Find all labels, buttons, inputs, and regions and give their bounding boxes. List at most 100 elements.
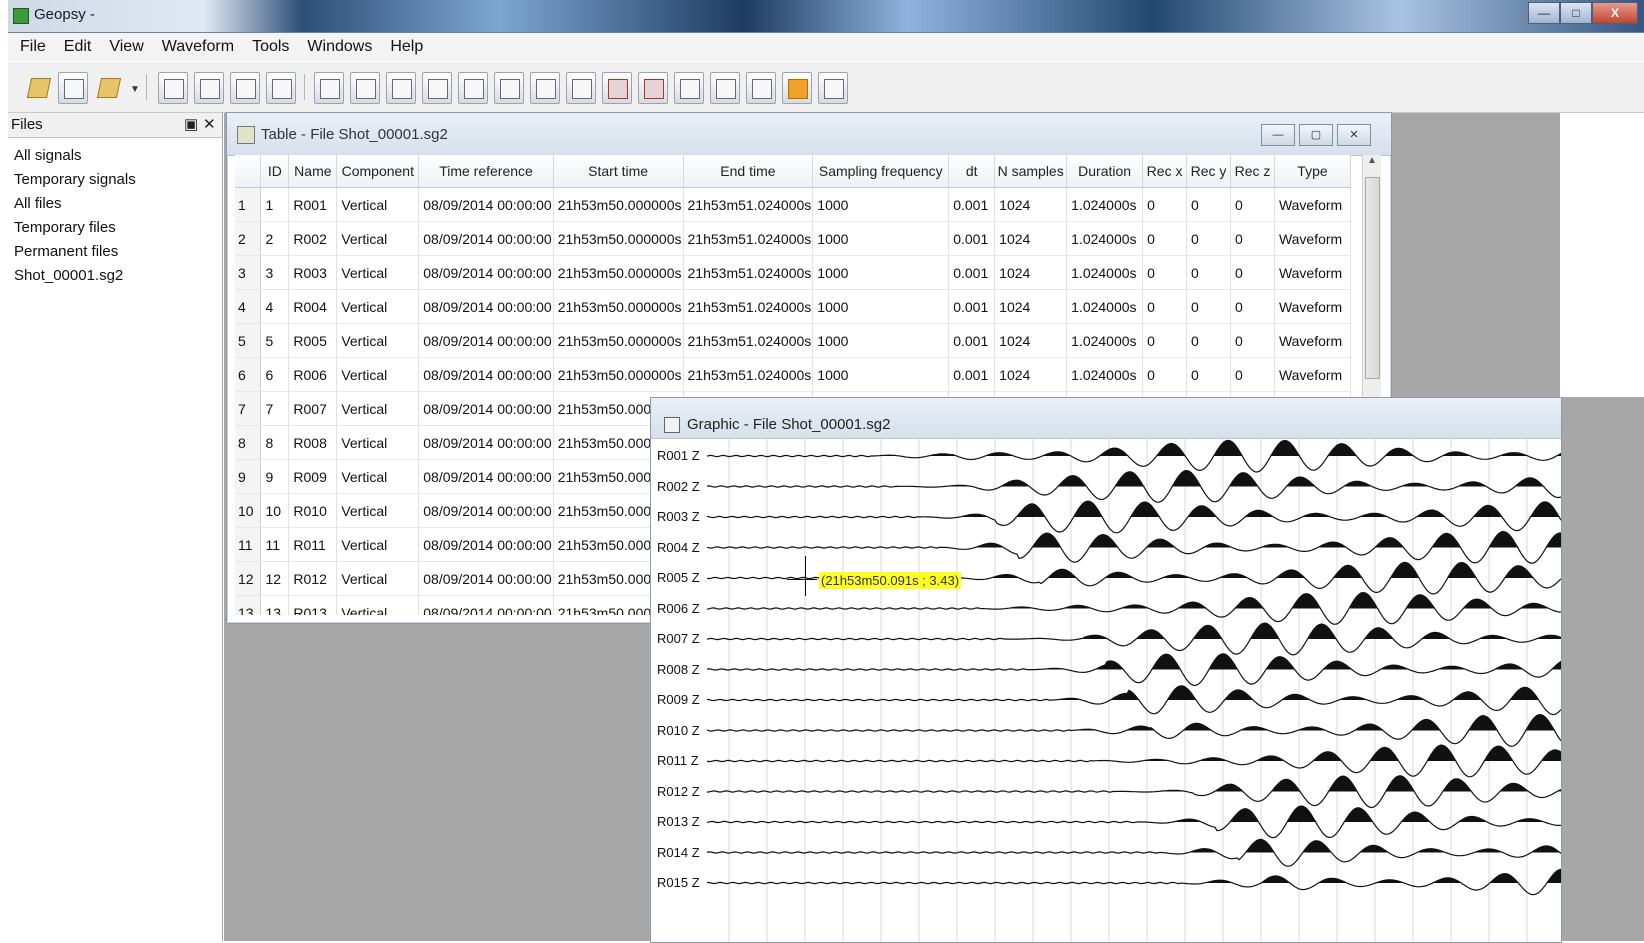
files-item-all-files[interactable]: All files	[14, 192, 222, 216]
table-cell[interactable]: 1.024000s	[1066, 323, 1144, 358]
table-cell[interactable]: Vertical	[336, 289, 420, 324]
table-cell[interactable]: Waveform	[1274, 323, 1351, 358]
table-cell[interactable]: 08/09/2014 00:00:00	[418, 459, 554, 494]
table-cell[interactable]: Vertical	[336, 459, 420, 494]
table-cell[interactable]: 1	[260, 187, 290, 222]
table-cell[interactable]: 5	[260, 323, 290, 358]
row-number[interactable]: 3	[235, 255, 262, 290]
column-header[interactable]: ID	[260, 155, 290, 188]
close-button[interactable]: ✕	[1337, 124, 1371, 146]
table-cell[interactable]: Vertical	[336, 187, 420, 222]
table-row[interactable]: 6 6 R006 Vertical 08/09/2014 00:00:00 21h53m5…	[235, 357, 1351, 392]
table-row[interactable]: 2 2 R002 Vertical 08/09/2014 00:00:00 21h53m5…	[235, 221, 1351, 256]
column-header[interactable]: Rec z	[1230, 155, 1275, 188]
table-cell[interactable]: R003	[288, 255, 338, 290]
table-cell[interactable]: 0	[1186, 187, 1231, 222]
table-cell[interactable]: 0	[1142, 357, 1188, 392]
dampling-icon[interactable]	[674, 72, 704, 104]
minimize-button[interactable]: —	[1261, 124, 1295, 146]
table-cell[interactable]: Vertical	[336, 255, 420, 290]
orange-square-icon[interactable]	[782, 72, 812, 104]
row-number[interactable]: 13	[235, 595, 262, 615]
table-cell[interactable]: 10	[260, 493, 290, 528]
table-cell[interactable]: 4	[260, 289, 290, 324]
hrfk-icon[interactable]	[350, 72, 380, 104]
table-cell[interactable]: 0	[1230, 323, 1275, 358]
table-cell[interactable]: R013	[288, 595, 338, 615]
table-cell[interactable]: 1024	[994, 323, 1068, 358]
open-icon[interactable]	[24, 72, 52, 102]
table-cell[interactable]: 1.024000s	[1066, 255, 1144, 290]
table-cell[interactable]: 1024	[994, 289, 1068, 324]
row-number[interactable]: 6	[235, 357, 262, 392]
hv-icon[interactable]	[530, 72, 560, 104]
table-cell[interactable]: 21h53m50.000000s	[553, 221, 684, 256]
table-cell[interactable]: 13	[260, 595, 290, 615]
close-button[interactable]: X	[1592, 2, 1638, 24]
table-cell[interactable]: R005	[288, 323, 338, 358]
table-cell[interactable]: 0.001	[948, 289, 996, 324]
table-cell[interactable]: 21h53m51.024000s	[683, 357, 814, 392]
table-cell[interactable]: Vertical	[336, 561, 420, 596]
table-cell[interactable]: 08/09/2014 00:00:00	[418, 561, 554, 596]
scroll-thumb[interactable]	[1365, 177, 1380, 379]
table-cell[interactable]: R002	[288, 221, 338, 256]
files-item-permanent-files[interactable]: Permanent files	[14, 240, 222, 264]
table-cell[interactable]: 0	[1142, 255, 1188, 290]
column-header[interactable]: N samples	[994, 155, 1068, 188]
table-row[interactable]: 1 1 R001 Vertical 08/09/2014 00:00:00 21h53m5…	[235, 187, 1351, 222]
table-cell[interactable]: 1.024000s	[1066, 187, 1144, 222]
table-cell[interactable]: Waveform	[1274, 357, 1351, 392]
row-number[interactable]: 1	[235, 187, 262, 222]
column-header[interactable]: Duration	[1066, 155, 1144, 188]
table-cell[interactable]: 1.024000s	[1066, 289, 1144, 324]
spac-icon[interactable]	[566, 72, 596, 104]
menu-waveform[interactable]: Waveform	[162, 38, 234, 56]
column-header[interactable]: Name	[288, 155, 338, 188]
row-number[interactable]: 8	[235, 425, 262, 460]
fk-circle-icon[interactable]	[422, 72, 452, 104]
table-cell[interactable]: 8	[260, 425, 290, 460]
table-row[interactable]: 5 5 R005 Vertical 08/09/2014 00:00:00 21h53m5…	[235, 323, 1351, 358]
column-header[interactable]: Sampling frequency	[812, 155, 950, 188]
maximize-button[interactable]: □	[1560, 2, 1592, 24]
map-icon[interactable]	[230, 72, 260, 104]
table-cell[interactable]: 0.001	[948, 357, 996, 392]
table-cell[interactable]: 08/09/2014 00:00:00	[418, 323, 554, 358]
table-cell[interactable]: 0	[1230, 255, 1275, 290]
table-icon[interactable]	[158, 72, 188, 104]
table-cell[interactable]: 08/09/2014 00:00:00	[418, 187, 554, 222]
table-cell[interactable]: 0.001	[948, 221, 996, 256]
table-window-titlebar[interactable]: Table - File Shot_00001.sg2 — ▢ ✕	[227, 113, 1391, 156]
table-cell[interactable]: 0	[1186, 255, 1231, 290]
table-cell[interactable]: 0	[1142, 221, 1188, 256]
table-cell[interactable]: Vertical	[336, 493, 420, 528]
table-cell[interactable]: 1024	[994, 255, 1068, 290]
menu-windows[interactable]: Windows	[307, 38, 372, 56]
spectrum-icon[interactable]	[494, 72, 524, 104]
row-number[interactable]: 2	[235, 221, 262, 256]
menu-help[interactable]: Help	[390, 38, 423, 56]
table-cell[interactable]: 21h53m50.000000s	[553, 289, 684, 324]
rotate-icon[interactable]	[638, 72, 668, 104]
table-cell[interactable]: Vertical	[336, 323, 420, 358]
tools-dropdown-icon[interactable]	[94, 72, 122, 102]
menu-edit[interactable]: Edit	[64, 38, 92, 56]
graphic-window-titlebar[interactable]: Graphic - File Shot_00001.sg2	[651, 398, 1561, 439]
table-cell[interactable]: R007	[288, 391, 338, 426]
row-number[interactable]: 11	[235, 527, 262, 562]
table-cell[interactable]: Waveform	[1274, 255, 1351, 290]
table-cell[interactable]: 6	[260, 357, 290, 392]
close-dock-icon[interactable]: ✕	[203, 115, 216, 133]
files-item-all-signals[interactable]: All signals	[14, 144, 222, 168]
fk-icon[interactable]	[314, 72, 344, 104]
table-cell[interactable]: R001	[288, 187, 338, 222]
table-cell[interactable]: Vertical	[336, 425, 420, 460]
column-header[interactable]: dt	[948, 155, 996, 188]
table-cell[interactable]: 1024	[994, 187, 1068, 222]
table-cell[interactable]: 0.001	[948, 255, 996, 290]
table-cell[interactable]: 21h53m50.000000s	[553, 187, 684, 222]
row-number[interactable]: 4	[235, 289, 262, 324]
restore-button[interactable]: ▢	[1299, 124, 1333, 146]
table-cell[interactable]: 2	[260, 221, 290, 256]
